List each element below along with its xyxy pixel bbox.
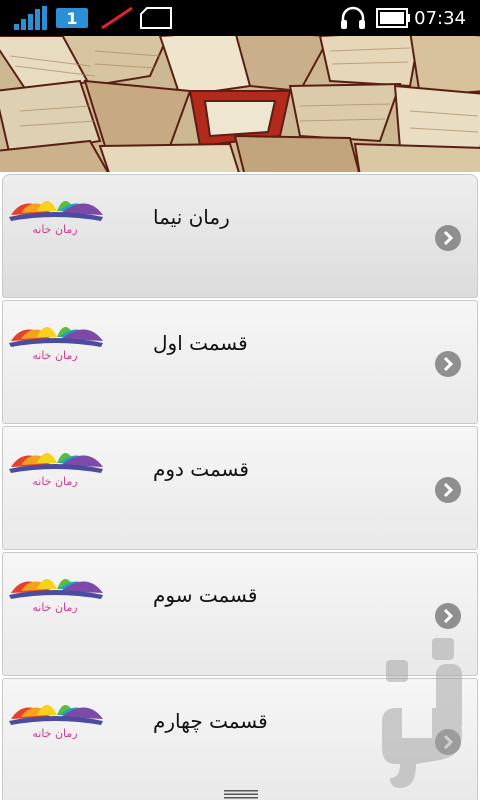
roman-khaneh-logo: رمان خانه [9,453,103,487]
list-item-label: قسمت اول [153,331,248,355]
logo-text: رمان خانه [32,475,77,487]
roman-khaneh-logo: رمان خانه [9,327,103,361]
list-item[interactable]: رمان خانه قسمت دوم [2,426,478,550]
headset-icon [340,0,366,36]
clock: 07:34 [414,7,466,29]
logo-text: رمان خانه [32,727,77,739]
list-item-label: رمان نیما [153,205,230,229]
sim-badge-label: 1 [56,8,88,28]
logo-text: رمان خانه [32,223,77,235]
sim-badge: 1 [56,7,88,29]
roman-khaneh-logo: رمان خانه [9,705,103,739]
battery-icon [376,0,412,36]
list-item-label: قسمت سوم [153,583,258,607]
chevron-right-icon [435,225,461,251]
roman-khaneh-logo: رمان خانه [9,579,103,613]
chevron-right-icon [435,477,461,503]
list-item-label: قسمت دوم [153,457,249,481]
sim-card-icon [138,0,174,36]
signal-icon [14,0,50,36]
menu-handle-icon[interactable] [224,789,258,799]
list-item[interactable]: رمان خانه رمان نیما [2,174,478,298]
no-data-icon [100,0,134,36]
chevron-right-icon [435,603,461,629]
list-item[interactable]: رمان خانه قسمت اول [2,300,478,424]
header-banner-image [0,36,480,172]
roman-khaneh-logo: رمان خانه [9,201,103,235]
list-item-label: قسمت چهارم [153,709,268,733]
store-watermark-icon [382,638,462,788]
chevron-right-icon [435,351,461,377]
logo-text: رمان خانه [32,601,77,613]
logo-text: رمان خانه [32,349,77,361]
status-bar: 1 07:34 [0,0,480,36]
